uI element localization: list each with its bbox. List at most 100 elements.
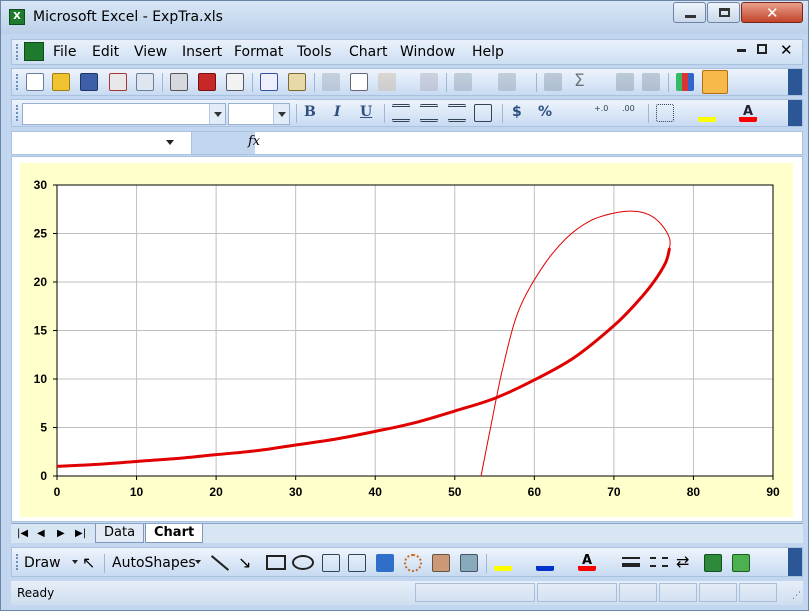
fill-color-icon[interactable] — [698, 104, 716, 122]
first-sheet-icon[interactable]: |◀ — [17, 528, 28, 539]
picture-icon[interactable] — [460, 554, 478, 572]
menu-tools[interactable]: Tools — [297, 44, 332, 60]
excel-app-icon[interactable]: X — [9, 9, 25, 25]
diagram-icon[interactable] — [404, 554, 422, 572]
sort-descending-icon[interactable] — [642, 73, 660, 91]
paste-icon[interactable] — [378, 73, 396, 91]
scatter-chart[interactable]: 0 10 20 30 40 50 60 70 80 90 0 5 10 15 20 25 30 — [20, 163, 793, 517]
wordart-icon[interactable] — [376, 554, 394, 572]
toolbar-options-icon[interactable] — [788, 100, 802, 126]
underline-button[interactable]: U — [360, 104, 372, 120]
menu-file[interactable]: File — [53, 44, 76, 60]
redo-icon[interactable] — [498, 73, 516, 91]
toolbar-grip[interactable] — [16, 105, 20, 121]
undo-icon[interactable] — [454, 73, 472, 91]
autosum-icon[interactable]: Σ — [574, 71, 585, 91]
doc-close-icon[interactable]: ✕ — [780, 41, 793, 59]
last-sheet-icon[interactable]: ▶| — [75, 528, 86, 539]
toolbar-options-icon[interactable] — [788, 69, 802, 95]
font-size-select[interactable] — [228, 103, 290, 125]
3d-style-icon[interactable] — [732, 554, 750, 572]
format-painter-icon[interactable] — [420, 73, 438, 91]
textbox-icon[interactable] — [322, 554, 340, 572]
next-sheet-icon[interactable]: ▶ — [57, 528, 65, 539]
permission-icon[interactable] — [109, 73, 127, 91]
menu-chart[interactable]: Chart — [349, 44, 387, 60]
italic-button[interactable]: I — [334, 104, 341, 120]
rectangle-icon[interactable] — [266, 555, 286, 570]
menubar-grip[interactable] — [16, 44, 20, 60]
chevron-down-icon[interactable] — [166, 140, 174, 145]
line-style-icon[interactable] — [622, 557, 640, 567]
menu-view[interactable]: View — [134, 44, 167, 60]
oval-icon[interactable] — [292, 555, 314, 570]
menu-insert[interactable]: Insert — [182, 44, 222, 60]
autoshapes-menu-button[interactable]: AutoShapes — [112, 555, 196, 571]
doc-restore-icon[interactable] — [757, 44, 767, 54]
chart-wizard-icon[interactable] — [676, 73, 694, 91]
sort-ascending-icon[interactable] — [616, 73, 634, 91]
workbook-icon[interactable] — [24, 42, 44, 61]
toolbar-options-icon[interactable] — [788, 548, 802, 576]
spelling-icon[interactable] — [260, 73, 278, 91]
save-icon[interactable] — [80, 73, 98, 91]
vertical-textbox-icon[interactable] — [348, 554, 366, 572]
font-color-icon[interactable]: A — [739, 104, 757, 122]
decrease-decimal-icon[interactable]: .00 — [622, 104, 640, 122]
toolbar-grip[interactable] — [16, 554, 20, 570]
menu-window[interactable]: Window — [400, 44, 455, 60]
tab-chart[interactable]: Chart — [145, 524, 204, 543]
menu-bar: File Edit View Insert Format Tools Chart… — [11, 39, 803, 65]
bold-button[interactable]: B — [304, 104, 316, 120]
print-icon[interactable] — [170, 73, 188, 91]
chevron-down-icon[interactable] — [209, 104, 225, 124]
currency-button[interactable]: $ — [512, 104, 522, 120]
research-icon[interactable] — [288, 73, 306, 91]
open-icon[interactable] — [52, 73, 70, 91]
clipart-icon[interactable] — [432, 554, 450, 572]
align-right-icon[interactable] — [448, 104, 466, 122]
tab-data[interactable]: Data — [95, 524, 145, 543]
dash-style-icon[interactable] — [650, 557, 668, 567]
align-left-icon[interactable] — [392, 104, 410, 122]
new-icon[interactable] — [26, 73, 44, 91]
insert-function-button[interactable]: fx — [248, 134, 260, 149]
doc-minimize-icon[interactable] — [737, 49, 746, 52]
chart-area[interactable]: 0 10 20 30 40 50 60 70 80 90 0 5 10 15 20 25 30 — [20, 163, 793, 517]
menu-help[interactable]: Help — [472, 44, 504, 60]
increase-decimal-icon[interactable]: +.0 — [594, 104, 612, 122]
toolbar-grip[interactable] — [16, 74, 20, 90]
arrow-style-icon[interactable]: ⇄ — [676, 552, 689, 571]
percent-button[interactable]: % — [538, 104, 552, 120]
pdf-icon[interactable] — [198, 73, 216, 91]
line-icon[interactable] — [210, 555, 230, 571]
drawing-toggle-icon[interactable] — [702, 70, 728, 94]
select-objects-icon[interactable]: ↖ — [82, 553, 95, 572]
cut-icon[interactable] — [322, 73, 340, 91]
fill-color-icon[interactable] — [494, 553, 512, 571]
copy-icon[interactable] — [350, 73, 368, 91]
font-name-select[interactable] — [22, 103, 226, 125]
hyperlink-icon[interactable] — [544, 73, 562, 91]
line-color-icon[interactable] — [536, 553, 554, 571]
align-center-icon[interactable] — [420, 104, 438, 122]
minimize-button[interactable] — [673, 2, 706, 23]
close-button[interactable]: ✕ — [741, 2, 803, 23]
restore-button[interactable] — [707, 2, 740, 23]
shadow-style-icon[interactable] — [704, 554, 722, 572]
email-icon[interactable] — [136, 73, 154, 91]
menu-edit[interactable]: Edit — [92, 44, 119, 60]
merge-center-icon[interactable] — [474, 104, 492, 122]
chevron-down-icon[interactable] — [273, 104, 289, 124]
resize-grip-icon[interactable]: ⋰ — [792, 591, 801, 601]
draw-menu-button[interactable]: Draw — [24, 555, 61, 571]
menu-format[interactable]: Format — [234, 44, 283, 60]
arrow-icon[interactable]: ↘ — [238, 553, 251, 572]
name-box[interactable] — [12, 132, 192, 154]
chevron-down-icon[interactable] — [72, 560, 78, 564]
font-color-icon[interactable]: A — [578, 553, 596, 571]
print-preview-icon[interactable] — [226, 73, 244, 91]
prev-sheet-icon[interactable]: ◀ — [37, 528, 45, 539]
chevron-down-icon[interactable] — [195, 560, 201, 564]
borders-icon[interactable] — [656, 104, 674, 122]
